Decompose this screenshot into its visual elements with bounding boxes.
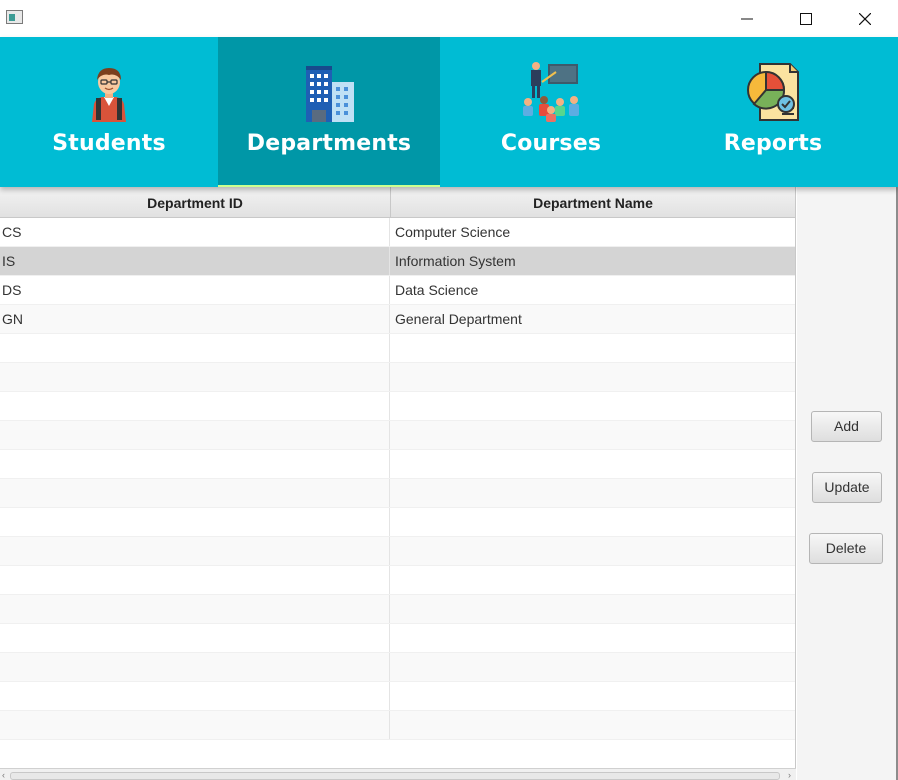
table-row-empty — [0, 363, 795, 392]
table-row-empty — [0, 595, 795, 624]
table-header: Department ID Department Name — [0, 187, 795, 218]
report-chart-icon — [747, 63, 799, 121]
table-row[interactable]: GN General Department — [0, 305, 795, 334]
table-row-empty — [0, 624, 795, 653]
tab-students[interactable]: Students — [0, 37, 218, 187]
empty-cell — [0, 479, 390, 507]
table-row-empty — [0, 682, 795, 711]
tab-departments[interactable]: Departments — [218, 37, 440, 187]
empty-cell — [0, 508, 390, 536]
add-button[interactable]: Add — [811, 411, 882, 442]
table-row-empty — [0, 653, 795, 682]
actions-panel: Add Update Delete — [797, 187, 898, 780]
delete-button[interactable]: Delete — [809, 533, 883, 564]
empty-cell — [0, 363, 390, 391]
minimize-button[interactable] — [718, 0, 776, 37]
column-header-department-id[interactable]: Department ID — [0, 187, 391, 218]
update-button[interactable]: Update — [812, 472, 882, 503]
empty-cell — [0, 421, 390, 449]
empty-cell — [0, 537, 390, 565]
buildings-icon — [306, 66, 354, 122]
empty-cell — [0, 682, 390, 710]
table-row[interactable]: IS Information System — [0, 247, 795, 276]
empty-cell — [0, 392, 390, 420]
table-row-empty — [0, 537, 795, 566]
cell-department-id: CS — [0, 218, 390, 246]
horizontal-scrollbar[interactable]: ‹ › — [0, 768, 796, 780]
empty-cell — [0, 711, 390, 739]
empty-cell — [0, 566, 390, 594]
cell-department-name: Computer Science — [395, 224, 511, 240]
tab-label: Students — [52, 131, 166, 156]
table-row-empty — [0, 711, 795, 740]
cell-department-name: Information System — [395, 253, 516, 269]
empty-cell — [0, 653, 390, 681]
tab-courses[interactable]: Courses — [440, 37, 662, 187]
title-bar — [0, 0, 898, 37]
tab-reports[interactable]: Reports — [662, 37, 884, 187]
classroom-icon — [523, 62, 579, 122]
scroll-left-icon[interactable]: ‹ — [2, 770, 5, 780]
column-header-department-name[interactable]: Department Name — [391, 187, 795, 218]
cell-department-id: DS — [0, 276, 390, 304]
minimize-icon — [741, 18, 753, 19]
cell-department-id: IS — [0, 247, 390, 275]
table-row[interactable]: CS Computer Science — [0, 218, 795, 247]
table-row-empty — [0, 479, 795, 508]
tab-label: Courses — [500, 131, 602, 156]
cell-department-name: Data Science — [395, 282, 479, 298]
table-row-empty — [0, 392, 795, 421]
empty-cell — [0, 595, 390, 623]
app-window-icon — [6, 10, 23, 24]
table-row-empty — [0, 450, 795, 479]
scroll-right-icon[interactable]: › — [788, 770, 791, 780]
table-row-empty — [0, 508, 795, 537]
empty-cell — [0, 450, 390, 478]
table-row[interactable]: DS Data Science — [0, 276, 795, 305]
nav-bar: Students Departments Courses Reports — [0, 37, 898, 187]
maximize-button[interactable] — [777, 0, 835, 37]
table-row-empty — [0, 421, 795, 450]
empty-cell — [0, 624, 390, 652]
close-button[interactable] — [836, 0, 894, 37]
close-icon — [859, 12, 871, 25]
cell-department-id: GN — [0, 305, 390, 333]
table-row-empty — [0, 334, 795, 363]
table-row-empty — [0, 566, 795, 595]
empty-cell — [0, 334, 390, 362]
departments-table[interactable]: Department ID Department Name CS Compute… — [0, 187, 796, 780]
tab-label: Departments — [246, 131, 412, 156]
maximize-icon — [800, 12, 812, 25]
cell-department-name: General Department — [395, 311, 522, 327]
tab-label: Reports — [723, 131, 823, 156]
student-icon — [92, 68, 126, 122]
table-body: CS Computer Science IS Information Syste… — [0, 218, 795, 740]
scrollbar-thumb[interactable] — [10, 772, 780, 780]
